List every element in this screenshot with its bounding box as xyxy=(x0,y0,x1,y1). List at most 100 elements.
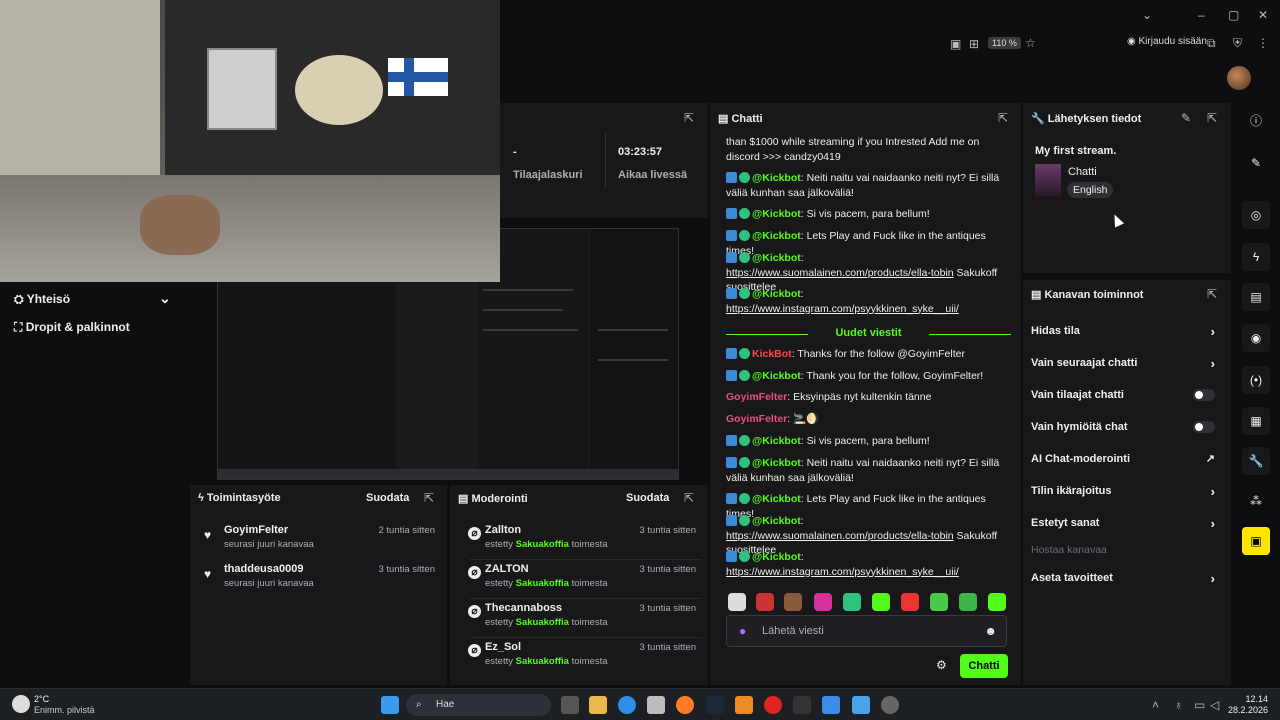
chat-bubble-icon[interactable]: ◉ xyxy=(1242,324,1270,352)
list-icon: ▤ xyxy=(1031,289,1045,301)
clock-time[interactable]: 12.14 xyxy=(1228,694,1268,704)
emote-icon[interactable] xyxy=(930,593,948,611)
chat-link[interactable]: https://www.instagram.com/psyykkinen_syk… xyxy=(726,303,959,315)
minimize-icon[interactable]: – xyxy=(1198,8,1205,22)
opera-icon[interactable] xyxy=(764,696,782,714)
store-icon[interactable] xyxy=(647,696,665,714)
file-explorer-icon[interactable] xyxy=(589,696,607,714)
chat-panel: ▤ Chatti ⇱ than $1000 while streaming if… xyxy=(710,103,1021,685)
zoom-level[interactable]: 110 % xyxy=(988,37,1021,49)
chat-input[interactable]: ● Lähetä viesti ☻ xyxy=(726,615,1007,647)
extensions-icon[interactable]: ⧉ xyxy=(1207,36,1216,50)
edit-icon[interactable]: ✎ xyxy=(1181,111,1191,125)
clock-date[interactable]: 28.2.2026 xyxy=(1220,705,1268,715)
webcam-video[interactable] xyxy=(0,0,500,282)
divider xyxy=(605,133,606,188)
emote-icon[interactable] xyxy=(872,593,890,611)
login-button[interactable]: ◉ Kirjaudu sisään xyxy=(1127,36,1207,47)
picture-icon[interactable]: ▣ xyxy=(950,37,961,51)
install-icon[interactable]: ⊞ xyxy=(969,37,979,51)
star-icon[interactable]: ☆ xyxy=(1025,36,1036,50)
clapperboard-icon[interactable]: ▣ xyxy=(1242,527,1270,555)
bot-badge-icon xyxy=(726,172,737,183)
moderation-filter-button[interactable]: Suodata xyxy=(626,492,669,504)
slow-mode-row[interactable]: Hidas tila › xyxy=(1031,324,1221,339)
nodes-icon[interactable]: ⁂ xyxy=(1242,487,1270,515)
popout-icon[interactable]: ⇱ xyxy=(1207,287,1217,301)
popout-icon[interactable]: ⇱ xyxy=(684,491,694,505)
lightning-icon[interactable]: ϟ xyxy=(1242,243,1270,271)
emote-icon[interactable] xyxy=(843,593,861,611)
mic-icon[interactable]: ● xyxy=(739,624,746,638)
moderation-title: Moderointi xyxy=(471,493,528,505)
document-icon[interactable]: ▤ xyxy=(1242,283,1270,311)
broadcast-icon[interactable]: (•) xyxy=(1242,366,1270,394)
windows-start-icon[interactable] xyxy=(381,696,399,714)
sidebar-item-drops[interactable]: ⛶ Dropit & palkinnot xyxy=(14,320,130,335)
maximize-icon[interactable]: ▢ xyxy=(1228,8,1239,22)
chat-icon: ▤ xyxy=(718,113,732,125)
edge-icon[interactable] xyxy=(618,696,636,714)
emoji-icon[interactable]: ☻ xyxy=(984,624,997,638)
emote-icon[interactable] xyxy=(728,593,746,611)
app-icon[interactable] xyxy=(822,696,840,714)
set-goals-row[interactable]: Aseta tavoitteet › xyxy=(1031,571,1221,586)
verified-badge-icon xyxy=(739,252,750,263)
edit-icon[interactable]: ✎ xyxy=(1242,149,1270,177)
obs-icon[interactable] xyxy=(881,696,899,714)
chevron-down-icon[interactable]: ⌄ xyxy=(1142,8,1152,22)
stream-title: My first stream. xyxy=(1035,145,1117,157)
chat-link[interactable]: https://www.instagram.com/psyykkinen_syk… xyxy=(726,566,959,578)
volume-icon[interactable]: ◁ xyxy=(1210,698,1219,712)
avatar[interactable] xyxy=(1227,66,1251,90)
menu-icon[interactable]: ⋮ xyxy=(1257,36,1269,50)
task-view-icon[interactable] xyxy=(561,696,579,714)
popout-icon[interactable]: ⇱ xyxy=(424,491,434,505)
send-chat-button[interactable]: Chatti xyxy=(960,654,1008,678)
gear-icon[interactable]: ⚙ xyxy=(936,658,947,672)
close-icon[interactable]: ✕ xyxy=(1258,8,1268,22)
stream-info-header: 🔧 Lähetyksen tiedot xyxy=(1031,112,1141,125)
verified-badge-icon xyxy=(739,348,750,359)
display-icon[interactable]: ▭ xyxy=(1194,698,1205,712)
notepad-icon[interactable] xyxy=(852,696,870,714)
chat-message: @Kickbot: Thank you for the follow, Goyi… xyxy=(726,369,1011,384)
steam-icon[interactable] xyxy=(706,696,724,714)
info-icon[interactable]: ⓘ xyxy=(1242,107,1270,135)
blocked-words-row[interactable]: Estetyt sanat › xyxy=(1031,516,1221,531)
firefox-icon[interactable] xyxy=(676,696,694,714)
subscribers-only-toggle[interactable] xyxy=(1193,389,1215,401)
popout-icon[interactable]: ⇱ xyxy=(998,111,1008,125)
emote-icon[interactable] xyxy=(901,593,919,611)
emote-icon[interactable] xyxy=(784,593,802,611)
verified-badge-icon xyxy=(739,172,750,183)
microphone-icon[interactable]: ♁ xyxy=(1174,698,1183,712)
bot-badge-icon xyxy=(726,515,737,526)
activity-filter-button[interactable]: Suodata xyxy=(366,492,409,504)
weather-icon[interactable] xyxy=(12,695,30,713)
emote-icon[interactable] xyxy=(756,593,774,611)
emote-icon[interactable] xyxy=(814,593,832,611)
chat-message: GoyimFelter: Eksyinpäs nyt kultenkin tän… xyxy=(726,391,932,403)
taskbar-search[interactable]: ⌕ Hae xyxy=(406,694,551,716)
shield-icon[interactable]: ⛨ xyxy=(1233,36,1242,50)
age-restriction-row[interactable]: Tilin ikärajoitus › xyxy=(1031,484,1221,499)
emotes-only-toggle[interactable] xyxy=(1193,421,1215,433)
chat-link[interactable]: https://www.suomalainen.com/products/ell… xyxy=(726,267,954,279)
chat-link[interactable]: https://www.suomalainen.com/products/ell… xyxy=(726,530,954,542)
followers-only-row[interactable]: Vain seuraajat chatti › xyxy=(1031,356,1221,371)
bot-badge-icon xyxy=(726,551,737,562)
subscriber-label: Tilaajalaskuri xyxy=(513,169,583,181)
emote-icon[interactable] xyxy=(988,593,1006,611)
terminal-icon[interactable] xyxy=(793,696,811,714)
wrench-icon[interactable]: 🔧 xyxy=(1242,447,1270,475)
vlc-icon[interactable] xyxy=(735,696,753,714)
ai-moderation-row[interactable]: AI Chat-moderointi ↗ xyxy=(1031,453,1221,465)
emote-icon[interactable] xyxy=(959,593,977,611)
sidebar-item-community[interactable]: ⛭ Yhteisö ⌄ xyxy=(14,290,171,307)
popout-icon[interactable]: ⇱ xyxy=(1207,111,1217,125)
layout-icon[interactable]: ▦ xyxy=(1242,407,1270,435)
popout-icon[interactable]: ⇱ xyxy=(684,111,694,125)
chevron-up-icon[interactable]: ˄ xyxy=(1152,698,1159,712)
camera-icon[interactable]: ◎ xyxy=(1242,201,1270,229)
